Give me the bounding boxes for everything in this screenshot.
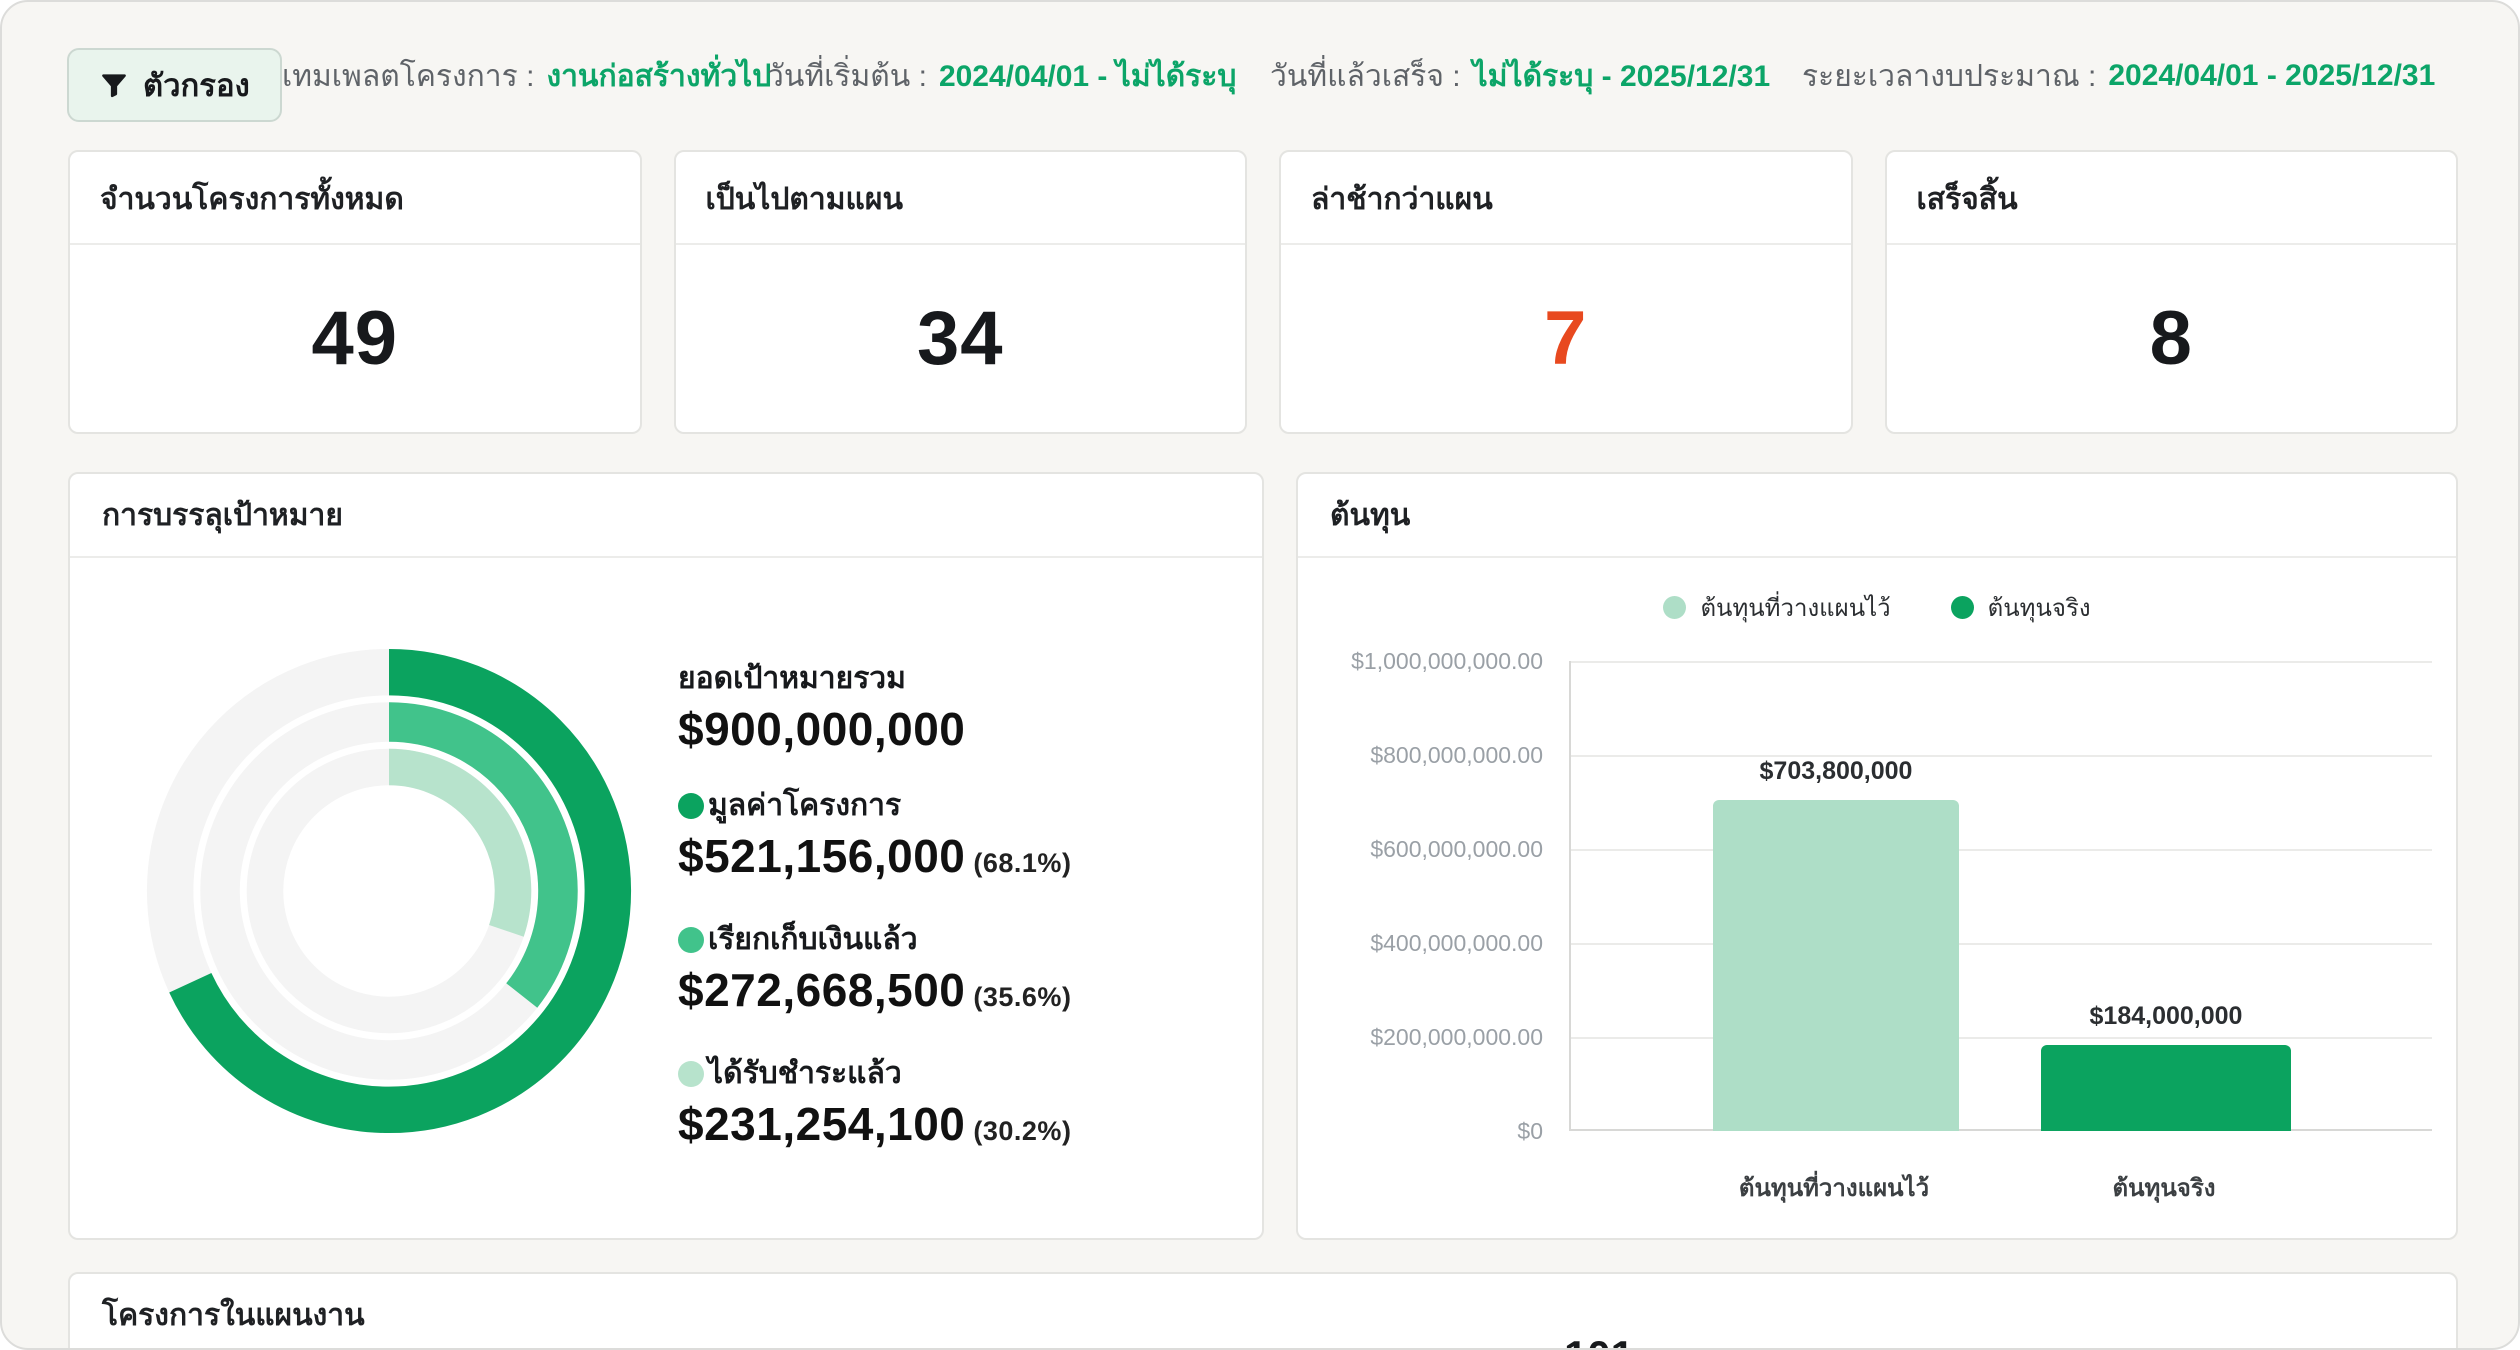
stat-card-delayed: ล่าช้ากว่าแผน 7 bbox=[1279, 150, 1853, 434]
goal-total-value: $900,000,000 bbox=[678, 700, 1071, 758]
stat-card-title: เสร็จสิ้น bbox=[1887, 152, 2457, 245]
goal-item-value: $521,156,000(68.1%) bbox=[678, 827, 1071, 892]
bar-value-actual: $184,000,000 bbox=[2016, 1002, 2316, 1031]
goal-donut-chart bbox=[142, 644, 636, 1138]
goal-item-invoiced: เรียกเก็บเงินแล้ว $272,668,500(35.6%) bbox=[678, 919, 1071, 1026]
legend-dot-actual bbox=[1951, 596, 1974, 619]
stat-cards-row: จำนวนโครงการทั้งหมด 49 เป็นไปตามแผน 34 ล… bbox=[68, 150, 2458, 434]
goal-item-project-value: มูลค่าโครงการ $521,156,000(68.1%) bbox=[678, 785, 1071, 892]
funnel-icon bbox=[99, 70, 129, 100]
cost-panel: ต้นทุน ต้นทุนที่วางแผนไว้ ต้นทุนจริง $1,… bbox=[1296, 472, 2458, 1240]
cost-panel-title: ต้นทุน bbox=[1298, 474, 2456, 558]
goal-item-label: ได้รับชำระแล้ว bbox=[708, 1053, 902, 1095]
goal-item-label: มูลค่าโครงการ bbox=[708, 785, 901, 827]
filter-finish-date-label: วันที่แล้วเสร็จ : bbox=[1270, 53, 1461, 100]
goal-item-label: เรียกเก็บเงินแล้ว bbox=[708, 919, 918, 961]
goal-item-value: $272,668,500(35.6%) bbox=[678, 961, 1071, 1026]
filter-finish-date[interactable]: วันที่แล้วเสร็จ : ไม่ได้ระบุ - 2025/12/3… bbox=[1270, 2, 1770, 150]
filter-start-date-label: วันที่เริ่มต้น : bbox=[767, 53, 927, 100]
goal-item-percent: (68.1%) bbox=[973, 848, 1071, 878]
projects-in-plan-partial-value: 101 bbox=[1499, 1332, 1699, 1350]
stat-card-title: จำนวนโครงการทั้งหมด bbox=[70, 152, 640, 245]
stat-card-title: ล่าช้ากว่าแผน bbox=[1281, 152, 1851, 245]
filter-finish-date-value: ไม่ได้ระบุ - 2025/12/31 bbox=[1473, 53, 1771, 100]
bar-value-planned: $703,800,000 bbox=[1686, 757, 1986, 786]
filter-bar: ตัวกรอง เทมเพลตโครงการ : งานก่อสร้างทั่ว… bbox=[2, 2, 2520, 150]
projects-in-plan-title: โครงการในแผนงาน bbox=[70, 1274, 2456, 1350]
filter-button[interactable]: ตัวกรอง bbox=[67, 48, 282, 122]
goal-panel-title: การบรรลุเป้าหมาย bbox=[70, 474, 1262, 558]
filter-start-date[interactable]: วันที่เริ่มต้น : 2024/04/01 - ไม่ได้ระบุ bbox=[767, 2, 1236, 150]
y-axis-tick: $1,000,000,000.00 bbox=[1298, 647, 1543, 675]
goal-achievement-panel: การบรรลุเป้าหมาย ยอดเป้าหมายรวม $900,000… bbox=[68, 472, 1264, 1240]
goal-total: ยอดเป้าหมายรวม $900,000,000 bbox=[678, 658, 1071, 758]
stat-card-value: 34 bbox=[676, 245, 1246, 432]
legend-label-planned: ต้นทุนที่วางแผนไว้ bbox=[1700, 588, 1890, 627]
legend-dot-planned bbox=[1663, 596, 1686, 619]
stat-card-on-plan: เป็นไปตามแผน 34 bbox=[674, 150, 1248, 434]
stat-card-value: 8 bbox=[1887, 245, 2457, 432]
filter-template-label: เทมเพลตโครงการ : bbox=[282, 53, 534, 100]
y-axis-tick: $0 bbox=[1298, 1117, 1543, 1145]
y-axis-tick: $600,000,000.00 bbox=[1298, 835, 1543, 863]
stat-card-value: 7 bbox=[1281, 245, 1851, 432]
filter-template[interactable]: เทมเพลตโครงการ : งานก่อสร้างทั่วไป bbox=[282, 2, 771, 150]
projects-in-plan-panel: โครงการในแผนงาน bbox=[68, 1272, 2458, 1350]
legend-item-actual[interactable]: ต้นทุนจริง bbox=[1951, 588, 2091, 627]
filter-budget-period-value: 2024/04/01 - 2025/12/31 bbox=[2108, 59, 2435, 93]
x-axis-label-actual: ต้นทุนจริง bbox=[2014, 1168, 2314, 1207]
y-axis-tick: $800,000,000.00 bbox=[1298, 741, 1543, 769]
filter-start-date-value: 2024/04/01 - ไม่ได้ระบุ bbox=[939, 53, 1237, 100]
cost-chart-legend: ต้นทุนที่วางแผนไว้ ต้นทุนจริง bbox=[1298, 588, 2456, 627]
stat-card-total-projects: จำนวนโครงการทั้งหมด 49 bbox=[68, 150, 642, 434]
goal-stats-list: ยอดเป้าหมายรวม $900,000,000 มูลค่าโครงกา… bbox=[678, 658, 1071, 1187]
cost-bar-chart-plot: $703,800,000 $184,000,000 bbox=[1569, 661, 2432, 1131]
cost-panel-content: ต้นทุนที่วางแผนไว้ ต้นทุนจริง $1,000,000… bbox=[1298, 558, 2456, 1240]
legend-dot-medium-green bbox=[678, 927, 704, 953]
goal-item-paid: ได้รับชำระแล้ว $231,254,100(30.2%) bbox=[678, 1053, 1071, 1160]
legend-item-planned[interactable]: ต้นทุนที่วางแผนไว้ bbox=[1663, 588, 1890, 627]
filter-template-value: งานก่อสร้างทั่วไป bbox=[546, 53, 771, 100]
legend-dot-dark-green bbox=[678, 793, 704, 819]
filter-budget-period[interactable]: ระยะเวลางบประมาณ : 2024/04/01 - 2025/12/… bbox=[1802, 2, 2435, 150]
goal-item-percent: (35.6%) bbox=[973, 982, 1071, 1012]
legend-label-actual: ต้นทุนจริง bbox=[1988, 588, 2091, 627]
stat-card-title: เป็นไปตามแผน bbox=[676, 152, 1246, 245]
y-axis-tick: $200,000,000.00 bbox=[1298, 1023, 1543, 1051]
stat-card-finished: เสร็จสิ้น 8 bbox=[1885, 150, 2459, 434]
filter-button-label: ตัวกรอง bbox=[143, 60, 250, 110]
bar-planned-cost[interactable] bbox=[1713, 800, 1959, 1131]
goal-panel-content: ยอดเป้าหมายรวม $900,000,000 มูลค่าโครงกา… bbox=[70, 558, 1262, 1240]
stat-card-value: 49 bbox=[70, 245, 640, 432]
goal-item-value: $231,254,100(30.2%) bbox=[678, 1095, 1071, 1160]
goal-total-label: ยอดเป้าหมายรวม bbox=[678, 658, 906, 700]
y-axis-tick: $400,000,000.00 bbox=[1298, 929, 1543, 957]
x-axis-label-planned: ต้นทุนที่วางแผนไว้ bbox=[1684, 1168, 1984, 1207]
dashboard-page: ตัวกรอง เทมเพลตโครงการ : งานก่อสร้างทั่ว… bbox=[0, 0, 2520, 1350]
goal-item-percent: (30.2%) bbox=[973, 1116, 1071, 1146]
legend-dot-light-green bbox=[678, 1061, 704, 1087]
filter-budget-period-label: ระยะเวลางบประมาณ : bbox=[1802, 53, 2096, 100]
bar-actual-cost[interactable] bbox=[2041, 1045, 2291, 1131]
